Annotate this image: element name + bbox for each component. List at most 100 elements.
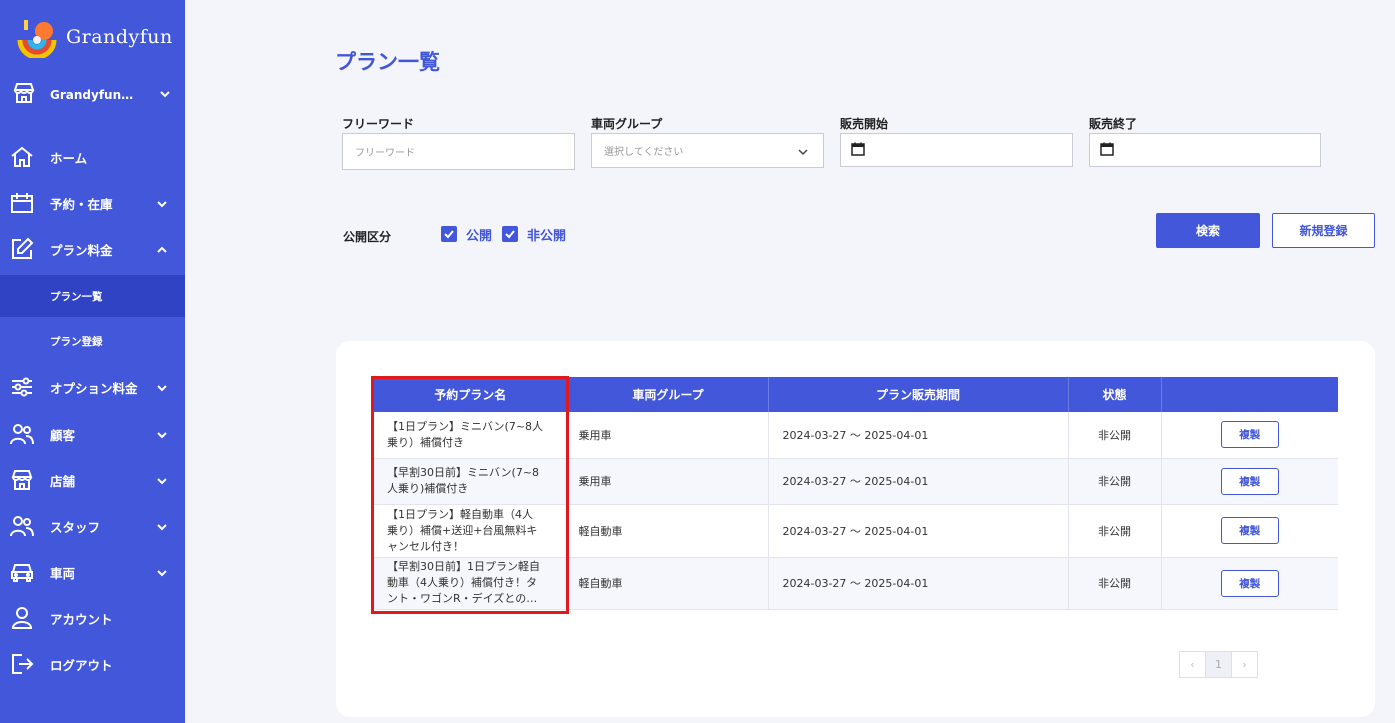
rainbow-logo-icon bbox=[16, 16, 58, 60]
chevron-down-icon bbox=[797, 146, 809, 161]
table-row[interactable]: 【早割30日前】1日プラン軽自 動車（4人乗り）補償付き！タ ント・ワゴンR・デイズ… bbox=[373, 557, 1338, 610]
calendar-icon bbox=[1100, 142, 1114, 159]
sidebar-subitem-label: プラン登録 bbox=[50, 335, 103, 348]
users-icon bbox=[10, 422, 34, 446]
status-cell: 非公開 bbox=[1068, 504, 1162, 558]
sidebar-item-customers[interactable]: 顧客 bbox=[0, 411, 185, 457]
sidebar-item-label: ホーム bbox=[50, 150, 88, 166]
duplicate-button[interactable]: 複製 bbox=[1220, 421, 1279, 449]
plan-name-cell[interactable]: 【1日プラン】ミニバン(7~8人 乗り）補償付き bbox=[373, 412, 569, 459]
edit-icon bbox=[10, 237, 34, 261]
chevron-down-icon bbox=[155, 519, 169, 533]
freeword-input[interactable]: フリーワード bbox=[342, 133, 575, 170]
sidebar-item-stores[interactable]: 店舗 bbox=[0, 457, 185, 503]
sidebar-item-option-price[interactable]: オプション料金 bbox=[0, 364, 185, 410]
logout-icon bbox=[10, 652, 34, 676]
sidebar-item-vehicles[interactable]: 車両 bbox=[0, 549, 185, 595]
plan-name-cell[interactable]: 【早割30日前】ミニバン(7~8 人乗り)補償付き bbox=[373, 458, 569, 505]
public-checkbox-label[interactable]: 公開 bbox=[466, 225, 492, 244]
sale-period-cell: 2024-03-27 ～ 2025-04-01 bbox=[768, 458, 1069, 505]
sidebar-item-plan-price[interactable]: プラン料金 bbox=[0, 226, 185, 272]
sidebar-item-label: 顧客 bbox=[50, 427, 76, 443]
plan-name-line: 【1日プラン】軽自動車（4人 bbox=[387, 507, 533, 521]
page-number-button[interactable]: 1 bbox=[1205, 651, 1232, 678]
table-row[interactable]: 【早割30日前】ミニバン(7~8 人乗り)補償付き 乗用車 2024-03-27 … bbox=[373, 458, 1338, 505]
sidebar-item-account[interactable]: アカウント bbox=[0, 595, 185, 641]
sidebar-item-staff[interactable]: スタッフ bbox=[0, 503, 185, 549]
table-row[interactable]: 【1日プラン】軽自動車（4人 乗り）補償+送迎+台風無料キ ャンセル付き！ 軽自動車… bbox=[373, 504, 1338, 558]
vehicle-group-cell: 軽自動車 bbox=[568, 504, 769, 558]
plan-name-cell[interactable]: 【1日プラン】軽自動車（4人 乗り）補償+送迎+台風無料キ ャンセル付き！ bbox=[373, 504, 569, 558]
column-header-sale-period[interactable]: プラン販売期間 bbox=[768, 377, 1069, 412]
home-icon bbox=[10, 145, 34, 169]
private-checkbox[interactable] bbox=[502, 226, 519, 242]
plan-name-line: 乗り）補償+送迎+台風無料キ bbox=[387, 523, 538, 537]
visibility-filter: 公開区分 公開 非公開 bbox=[343, 222, 576, 246]
plan-name-line: 【1日プラン】ミニバン(7~8人 bbox=[387, 419, 544, 433]
table-header-row: 予約プラン名 車両グループ プラン販売期間 状態 bbox=[373, 377, 1338, 412]
column-header-vehicle-group[interactable]: 車両グループ bbox=[568, 377, 769, 412]
column-header-actions bbox=[1161, 377, 1338, 412]
sale-end-label: 販売終了 bbox=[1089, 117, 1138, 131]
chevron-up-icon bbox=[155, 242, 169, 256]
sidebar-subitem-label: プラン一覧 bbox=[50, 290, 103, 303]
chevron-down-icon bbox=[155, 473, 169, 487]
brand[interactable]: Grandyfun bbox=[16, 16, 173, 60]
status-cell: 非公開 bbox=[1068, 557, 1162, 610]
freeword-placeholder: フリーワード bbox=[355, 148, 415, 159]
new-register-button[interactable]: 新規登録 bbox=[1272, 213, 1375, 248]
sidebar-subitem-plan-register[interactable]: プラン登録 bbox=[0, 320, 185, 362]
actions-cell: 複製 bbox=[1161, 458, 1338, 505]
sliders-icon bbox=[10, 375, 34, 399]
chevron-down-icon bbox=[155, 196, 169, 210]
column-header-plan-name[interactable]: 予約プラン名 bbox=[373, 377, 569, 412]
actions-cell: 複製 bbox=[1161, 557, 1338, 610]
sidebar-item-logout[interactable]: ログアウト bbox=[0, 641, 185, 687]
freeword-label: フリーワード bbox=[342, 117, 415, 131]
sidebar-item-label: オプション料金 bbox=[50, 380, 138, 396]
sale-period-cell: 2024-03-27 ～ 2025-04-01 bbox=[768, 412, 1069, 459]
visibility-label: 公開区分 bbox=[343, 229, 392, 244]
next-page-button[interactable]: › bbox=[1231, 651, 1258, 678]
vehicle-group-placeholder: 選択してください bbox=[604, 147, 684, 158]
status-cell: 非公開 bbox=[1068, 412, 1162, 459]
chevron-down-icon bbox=[158, 86, 172, 105]
sidebar-subitem-plan-list[interactable]: プラン一覧 bbox=[0, 275, 185, 317]
actions-cell: 複製 bbox=[1161, 412, 1338, 459]
user-icon bbox=[10, 606, 34, 630]
plan-table: 予約プラン名 車両グループ プラン販売期間 状態 【1日プラン】ミニバン(7~8… bbox=[373, 377, 1338, 610]
sidebar-item-label: スタッフ bbox=[50, 519, 101, 535]
table-row[interactable]: 【1日プラン】ミニバン(7~8人 乗り）補償付き 乗用車 2024-03-27 ～… bbox=[373, 412, 1338, 459]
prev-page-button[interactable]: ‹ bbox=[1179, 651, 1206, 678]
plan-name-line: ント・ワゴンR・デイズとの… bbox=[387, 592, 538, 605]
store-select[interactable]: Grandyfun… bbox=[12, 82, 172, 108]
duplicate-button[interactable]: 複製 bbox=[1220, 569, 1279, 597]
sidebar-item-label: 車両 bbox=[50, 565, 76, 581]
duplicate-button[interactable]: 複製 bbox=[1220, 467, 1279, 495]
sale-start-input[interactable] bbox=[840, 133, 1073, 167]
vehicle-group-cell: 乗用車 bbox=[568, 412, 769, 459]
sale-start-label: 販売開始 bbox=[840, 117, 889, 131]
private-checkbox-label[interactable]: 非公開 bbox=[527, 225, 566, 244]
actions-cell: 複製 bbox=[1161, 504, 1338, 558]
sidebar: Grandyfun Grandyfun… ホーム 予約・在庫 プラン料金 プラン… bbox=[0, 0, 185, 723]
search-button[interactable]: 検索 bbox=[1156, 213, 1260, 248]
sale-period-cell: 2024-03-27 ～ 2025-04-01 bbox=[768, 504, 1069, 558]
plan-name-line: ャンセル付き！ bbox=[387, 539, 464, 553]
vehicle-group-select[interactable]: 選択してください bbox=[591, 133, 824, 168]
store-icon bbox=[10, 468, 34, 492]
sidebar-item-label: 店舗 bbox=[50, 473, 76, 489]
sidebar-item-home[interactable]: ホーム bbox=[0, 134, 185, 180]
plan-name-cell[interactable]: 【早割30日前】1日プラン軽自 動車（4人乗り）補償付き！タ ント・ワゴンR・デイズ… bbox=[373, 557, 569, 610]
duplicate-button[interactable]: 複製 bbox=[1220, 517, 1279, 544]
vehicle-group-cell: 軽自動車 bbox=[568, 557, 769, 610]
staff-icon bbox=[10, 514, 34, 538]
sidebar-item-reservation[interactable]: 予約・在庫 bbox=[0, 180, 185, 226]
column-header-status[interactable]: 状態 bbox=[1068, 377, 1162, 412]
vehicle-group-cell: 乗用車 bbox=[568, 458, 769, 505]
pagination: ‹ 1 › bbox=[1179, 651, 1258, 678]
brand-name: Grandyfun bbox=[66, 26, 173, 48]
vehicle-group-label: 車両グループ bbox=[591, 117, 663, 131]
sale-end-input[interactable] bbox=[1089, 133, 1321, 167]
public-checkbox[interactable] bbox=[441, 226, 457, 242]
